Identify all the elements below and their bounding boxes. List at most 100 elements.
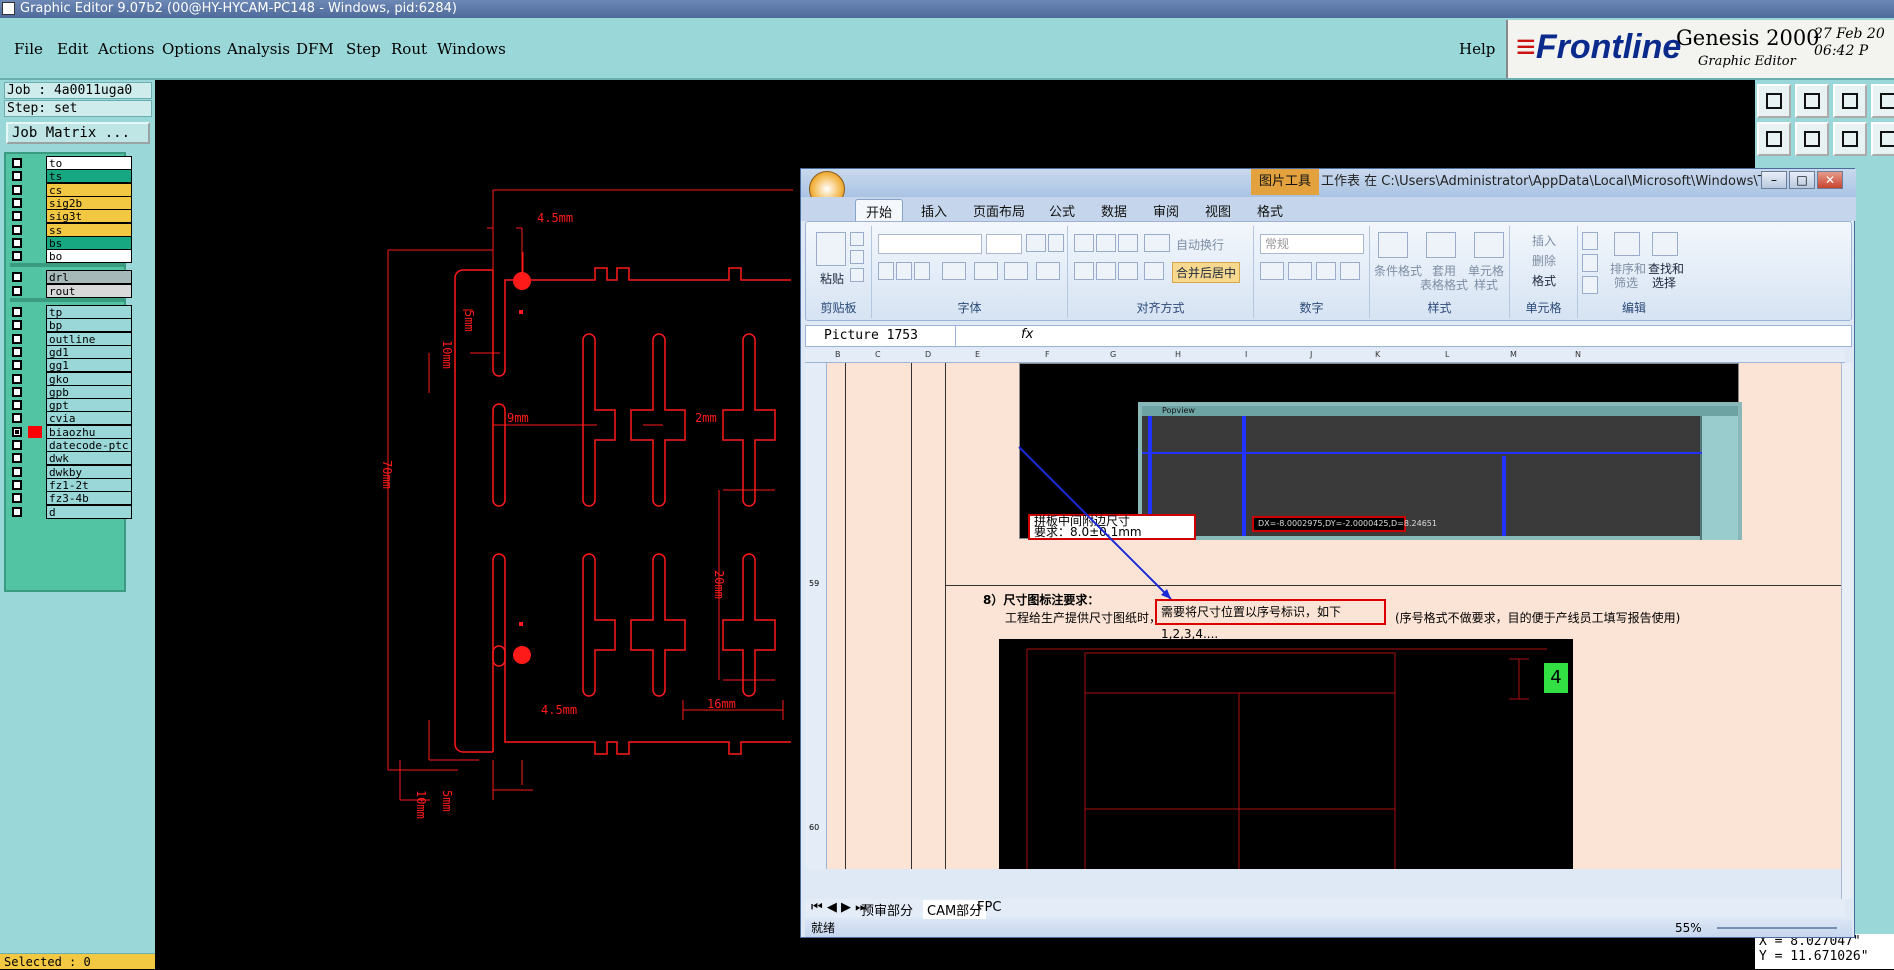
layer-name[interactable]: ss	[46, 222, 132, 237]
layer-name[interactable]: dwk	[46, 451, 132, 466]
layer-row-drl[interactable]: drl	[10, 270, 132, 285]
maximize-button[interactable]: □	[1789, 171, 1815, 189]
layer-checkbox[interactable]	[12, 360, 22, 371]
insert-cells-button[interactable]: 插入	[1532, 232, 1556, 249]
layer-row-sig3t[interactable]: sig3t	[10, 209, 132, 224]
bold-icon[interactable]	[878, 262, 894, 280]
cut-icon[interactable]	[850, 232, 864, 246]
layer-name[interactable]: datecode-ptc	[46, 438, 132, 452]
close-button[interactable]: ✕	[1817, 171, 1843, 189]
layer-row-rout[interactable]: rout	[10, 283, 132, 298]
layer-row-gd1[interactable]: gd1	[10, 344, 132, 359]
layer-checkbox[interactable]	[12, 251, 22, 262]
tab-format[interactable]: 格式	[1257, 201, 1283, 220]
layer-name[interactable]: gpt	[46, 398, 132, 413]
find-select-line2[interactable]: 选择	[1652, 274, 1676, 291]
copy-icon[interactable]	[850, 250, 864, 264]
layer-name[interactable]: dwkby	[46, 464, 132, 479]
layer-checkbox[interactable]	[12, 400, 22, 411]
table-format-icon[interactable]	[1426, 232, 1456, 258]
format-cells-button[interactable]: 格式	[1532, 272, 1556, 289]
layer-checkbox[interactable]	[12, 440, 22, 450]
layer-row-cvia[interactable]: cvia	[10, 411, 132, 426]
name-box[interactable]: Picture 1753	[806, 326, 956, 346]
tab-data[interactable]: 数据	[1101, 201, 1127, 220]
house-icon[interactable]	[1833, 84, 1867, 118]
menu-actions[interactable]: Actions	[98, 40, 154, 58]
underline-icon[interactable]	[914, 262, 930, 280]
layer-name[interactable]: cvia	[46, 411, 132, 426]
layer-checkbox[interactable]	[12, 373, 22, 384]
layer-row-bs[interactable]: bs	[10, 235, 132, 250]
conditional-format-icon[interactable]	[1378, 232, 1408, 258]
layer-checkbox[interactable]	[12, 158, 22, 168]
tab-formulas[interactable]: 公式	[1049, 201, 1075, 220]
frame-icon[interactable]	[1871, 84, 1894, 118]
sort-filter-line2[interactable]: 筛选	[1614, 274, 1638, 291]
layer-name[interactable]: ts	[46, 169, 132, 184]
layer-checkbox[interactable]	[12, 413, 22, 424]
align-center-icon[interactable]	[1096, 262, 1116, 280]
currency-icon[interactable]	[1260, 262, 1284, 280]
layer-checkbox[interactable]	[12, 426, 22, 437]
home-icon[interactable]	[1757, 84, 1791, 118]
align-bottom-icon[interactable]	[1118, 234, 1138, 252]
menu-dfm[interactable]: DFM	[296, 40, 334, 58]
tab-page-layout[interactable]: 页面布局	[973, 201, 1025, 220]
sum-icon[interactable]	[1582, 232, 1598, 250]
embedded-dimension-drawing[interactable]: 4	[999, 639, 1573, 869]
menu-windows[interactable]: Windows	[437, 40, 506, 58]
paste-label[interactable]: 粘贴	[820, 270, 844, 287]
border-icon[interactable]	[942, 262, 966, 280]
layer-name[interactable]: sig3t	[46, 209, 132, 224]
layer-row-fz1-2t[interactable]: fz1-2t	[10, 477, 132, 492]
zoom-slider[interactable]	[1717, 927, 1837, 929]
conditional-format-button[interactable]: 条件格式	[1374, 262, 1422, 279]
layer-name[interactable]: rout	[46, 283, 132, 298]
layer-name[interactable]: gg1	[46, 358, 132, 373]
layer-checkbox[interactable]	[12, 386, 22, 397]
menu-options[interactable]: Options	[162, 40, 221, 58]
layer-row-gpt[interactable]: gpt	[10, 398, 132, 413]
layer-checkbox[interactable]	[12, 506, 22, 517]
fx-icon[interactable]: fx	[1021, 327, 1033, 342]
sheet-nav-buttons[interactable]: ⏮ ◀ ▶ ⏭	[811, 900, 867, 915]
paste-icon[interactable]	[816, 232, 846, 266]
tab-review[interactable]: 审阅	[1153, 201, 1179, 220]
layer-name[interactable]: fz3-4b	[46, 491, 132, 506]
layer-row-fz3-4b[interactable]: fz3-4b	[10, 491, 132, 506]
layer-name[interactable]: sig2b	[46, 195, 132, 210]
layer-name[interactable]: drl	[46, 270, 132, 285]
number-format-combo[interactable]: 常规	[1260, 234, 1364, 254]
font-color-icon[interactable]	[1004, 262, 1028, 280]
percent-icon[interactable]	[1288, 262, 1312, 280]
layer-checkbox[interactable]	[12, 320, 22, 331]
vertical-scrollbar[interactable]	[1841, 363, 1852, 899]
layer-row-tp[interactable]: tp	[10, 305, 132, 319]
save-icon[interactable]	[1795, 84, 1829, 118]
panel-icon[interactable]	[1871, 122, 1894, 156]
import-icon[interactable]	[1757, 122, 1791, 156]
layer-row-gko[interactable]: gko	[10, 371, 132, 386]
layer-name[interactable]: gd1	[46, 344, 132, 359]
undo-icon[interactable]	[1833, 122, 1867, 156]
format-painter-icon[interactable]	[850, 268, 864, 282]
layer-name[interactable]: outline	[46, 331, 132, 346]
wrap-text-button[interactable]: 自动换行	[1176, 236, 1224, 253]
menu-help[interactable]: Help	[1459, 40, 1495, 58]
layer-name[interactable]: bo	[46, 249, 132, 264]
layer-checkbox[interactable]	[12, 493, 22, 504]
menu-step[interactable]: Step	[346, 40, 381, 58]
layer-checkbox[interactable]	[12, 272, 22, 283]
align-left-icon[interactable]	[1074, 262, 1094, 280]
layer-checkbox[interactable]	[12, 184, 22, 195]
font-size-combo[interactable]	[986, 234, 1022, 254]
layer-checkbox[interactable]	[12, 224, 22, 235]
align-top-icon[interactable]	[1074, 234, 1094, 252]
layer-row-datecode-ptc[interactable]: datecode-ptc	[10, 438, 132, 452]
layer-name[interactable]: d	[46, 504, 132, 519]
layer-name[interactable]: gpb	[46, 384, 132, 399]
fill-color-icon[interactable]	[974, 262, 998, 280]
layer-checkbox[interactable]	[12, 346, 22, 357]
layer-row-ts[interactable]: ts	[10, 169, 132, 184]
